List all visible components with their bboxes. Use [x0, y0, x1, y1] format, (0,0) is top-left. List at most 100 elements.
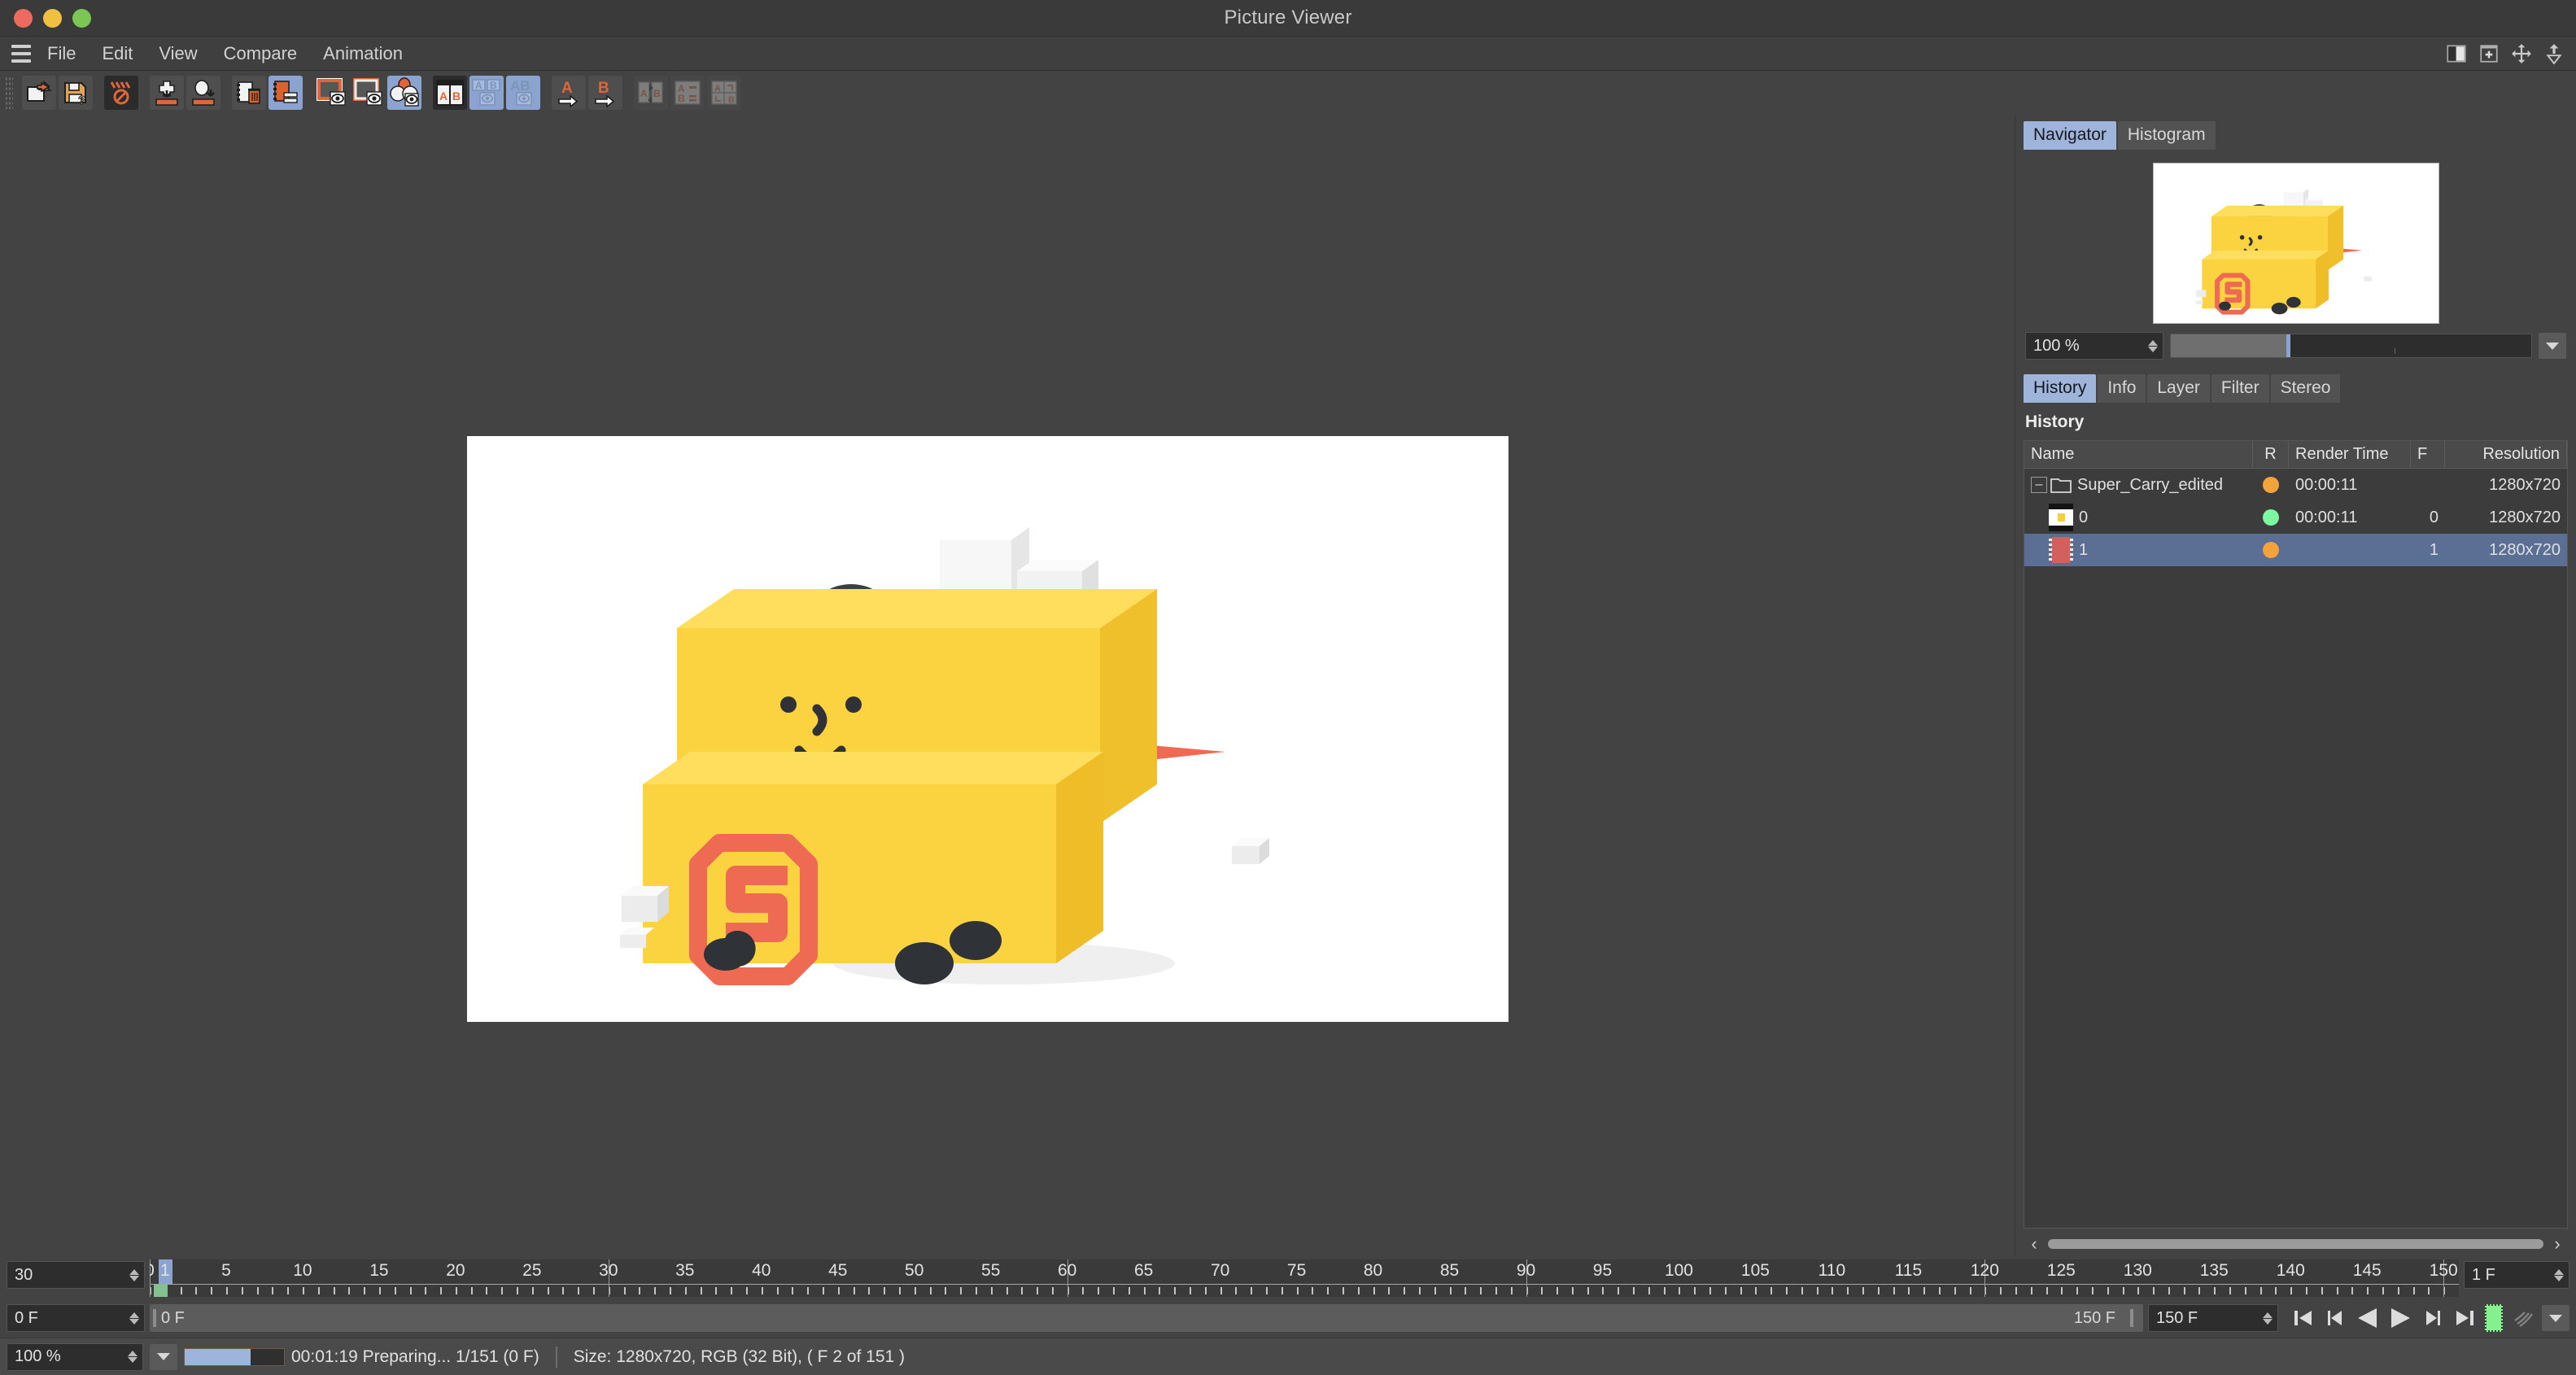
ruler-minor-tick: [2091, 1287, 2094, 1294]
column-header-r[interactable]: R: [2253, 441, 2289, 468]
difference-ab-icon[interactable]: A B: [670, 76, 705, 110]
image-canvas[interactable]: [0, 115, 2015, 1256]
menu-view[interactable]: View: [148, 40, 207, 68]
preview-range-end-handle[interactable]: [2130, 1309, 2133, 1327]
ruler-minor-tick: [470, 1287, 473, 1294]
clear-cache-icon[interactable]: [104, 76, 138, 110]
menu-file[interactable]: File: [37, 40, 86, 68]
ruler-minor-tick: [287, 1287, 290, 1294]
timeline-ruler[interactable]: 0151015202530354045505560657075808590951…: [150, 1259, 2459, 1297]
slider-knob[interactable]: [2286, 334, 2290, 357]
svg-text:A: A: [561, 80, 573, 97]
go-to-start-icon[interactable]: [2290, 1305, 2316, 1331]
move-frame-down-icon[interactable]: [150, 76, 184, 110]
end-frame-stepper[interactable]: [2263, 1312, 2273, 1325]
compare-ab-view-b-icon[interactable]: AB: [506, 76, 540, 110]
transport-options-icon[interactable]: [2542, 1305, 2569, 1331]
ruler-minor-tick: [195, 1287, 198, 1294]
step-back-icon[interactable]: [2322, 1305, 2348, 1331]
current-frame-field[interactable]: 0 F: [7, 1304, 145, 1332]
go-to-end-icon[interactable]: [2452, 1305, 2478, 1331]
menu-animation[interactable]: Animation: [312, 40, 413, 68]
ruler-label: 25: [522, 1261, 542, 1280]
delete-frames-icon[interactable]: [232, 76, 266, 110]
navigator-zoom-row: 100 %: [2024, 330, 2568, 368]
preview-range-start-handle[interactable]: [153, 1309, 156, 1327]
toolbar-grip[interactable]: [5, 76, 13, 109]
save-as-icon[interactable]: ?: [59, 76, 93, 110]
step-frame-field[interactable]: 1 F: [2464, 1261, 2569, 1289]
ruler-minor-tick: [670, 1287, 672, 1294]
step-forward-icon[interactable]: [2420, 1305, 2446, 1331]
ruler-minor-tick: [256, 1287, 259, 1294]
set-a-icon[interactable]: A: [552, 76, 586, 110]
tab-filter[interactable]: Filter: [2211, 374, 2269, 403]
ruler-minor-tick: [2076, 1287, 2079, 1294]
navigator-options-dropdown[interactable]: [2539, 333, 2566, 359]
compare-ab-side-icon[interactable]: A B: [433, 76, 467, 110]
tab-layer[interactable]: Layer: [2147, 374, 2210, 403]
scroll-left-icon[interactable]: ‹: [2025, 1233, 2043, 1255]
ruler-minor-tick: [837, 1287, 840, 1294]
render-region-icon[interactable]: [2485, 1304, 2503, 1332]
split-layout-icon[interactable]: [2446, 43, 2467, 64]
tab-histogram[interactable]: Histogram: [2117, 121, 2216, 150]
column-header-name[interactable]: Name: [2024, 441, 2253, 468]
step-frame-stepper[interactable]: [2554, 1268, 2564, 1281]
table-row[interactable]: 1 1 1280x720: [2024, 534, 2567, 566]
navigator-thumbnail[interactable]: [2152, 163, 2439, 324]
tab-history[interactable]: History: [2024, 374, 2097, 403]
ruler-minor-tick: [2183, 1287, 2185, 1294]
history-horizontal-scrollbar[interactable]: ‹ ›: [2024, 1229, 2568, 1256]
show-overlay-icon[interactable]: [387, 76, 421, 110]
preview-range-bar[interactable]: 0 F 150 F: [150, 1304, 2143, 1332]
tab-info[interactable]: Info: [2098, 374, 2146, 403]
status-zoom-dropdown[interactable]: [150, 1343, 177, 1370]
ruler-label: 90: [1516, 1261, 1536, 1280]
column-header-render-time[interactable]: Render Time: [2289, 441, 2411, 468]
duplicate-frames-icon[interactable]: [269, 76, 303, 110]
add-panel-icon[interactable]: [2478, 43, 2500, 64]
scroll-thumb[interactable]: [2048, 1239, 2543, 1249]
compare-ab-view-a-icon[interactable]: A B: [469, 76, 504, 110]
table-row[interactable]: 0 00:00:11 0 1280x720: [2024, 501, 2567, 534]
navigator-zoom-field[interactable]: 100 %: [2025, 332, 2163, 360]
column-header-resolution[interactable]: Resolution: [2445, 441, 2567, 468]
move-icon[interactable]: [2511, 43, 2532, 64]
menu-compare[interactable]: Compare: [213, 40, 308, 68]
play-reverse-icon[interactable]: [2355, 1305, 2381, 1331]
navigator-zoom-slider[interactable]: [2170, 334, 2532, 358]
swap-ab-icon[interactable]: A B: [634, 76, 668, 110]
tab-navigator[interactable]: Navigator: [2024, 121, 2116, 150]
tab-stereo[interactable]: Stereo: [2270, 374, 2341, 403]
column-header-f[interactable]: F: [2411, 441, 2445, 468]
ruler-minor-tick: [792, 1287, 794, 1294]
end-frame-field[interactable]: 150 F: [2148, 1304, 2278, 1332]
ruler-minor-tick: [1633, 1287, 1635, 1294]
play-forward-icon[interactable]: [2387, 1305, 2413, 1331]
ruler-minor-tick: [2168, 1287, 2170, 1294]
navigator-zoom-stepper[interactable]: [2148, 339, 2158, 352]
show-border-b-icon[interactable]: [351, 76, 385, 110]
ruler-minor-tick: [1969, 1287, 1971, 1294]
tree-collapse-icon[interactable]: –: [2031, 477, 2047, 493]
hamburger-icon[interactable]: [8, 44, 34, 63]
fps-field[interactable]: 30: [7, 1261, 145, 1289]
quadrant-ab-icon[interactable]: A B: [707, 76, 741, 110]
expand-icon[interactable]: [2543, 43, 2565, 64]
status-zoom-field[interactable]: 100 %: [7, 1342, 143, 1371]
move-image-down-icon[interactable]: [186, 76, 220, 110]
scroll-right-icon[interactable]: ›: [2548, 1233, 2566, 1255]
table-row[interactable]: – Super_Carry_edited 00:00:11 1280x720: [2024, 469, 2567, 501]
timeline-playhead-marker[interactable]: [153, 1285, 168, 1297]
menu-edit[interactable]: Edit: [91, 40, 143, 68]
ruler-minor-tick: [1954, 1287, 1956, 1294]
sound-icon[interactable]: [2509, 1305, 2535, 1331]
set-b-icon[interactable]: B: [588, 76, 622, 110]
status-zoom-stepper[interactable]: [128, 1351, 138, 1363]
fps-stepper[interactable]: [129, 1268, 139, 1281]
show-border-a-icon[interactable]: [314, 76, 348, 110]
current-frame-stepper[interactable]: [129, 1312, 139, 1325]
open-file-icon[interactable]: [22, 76, 56, 110]
ruler-minor-tick: [1098, 1287, 1100, 1294]
